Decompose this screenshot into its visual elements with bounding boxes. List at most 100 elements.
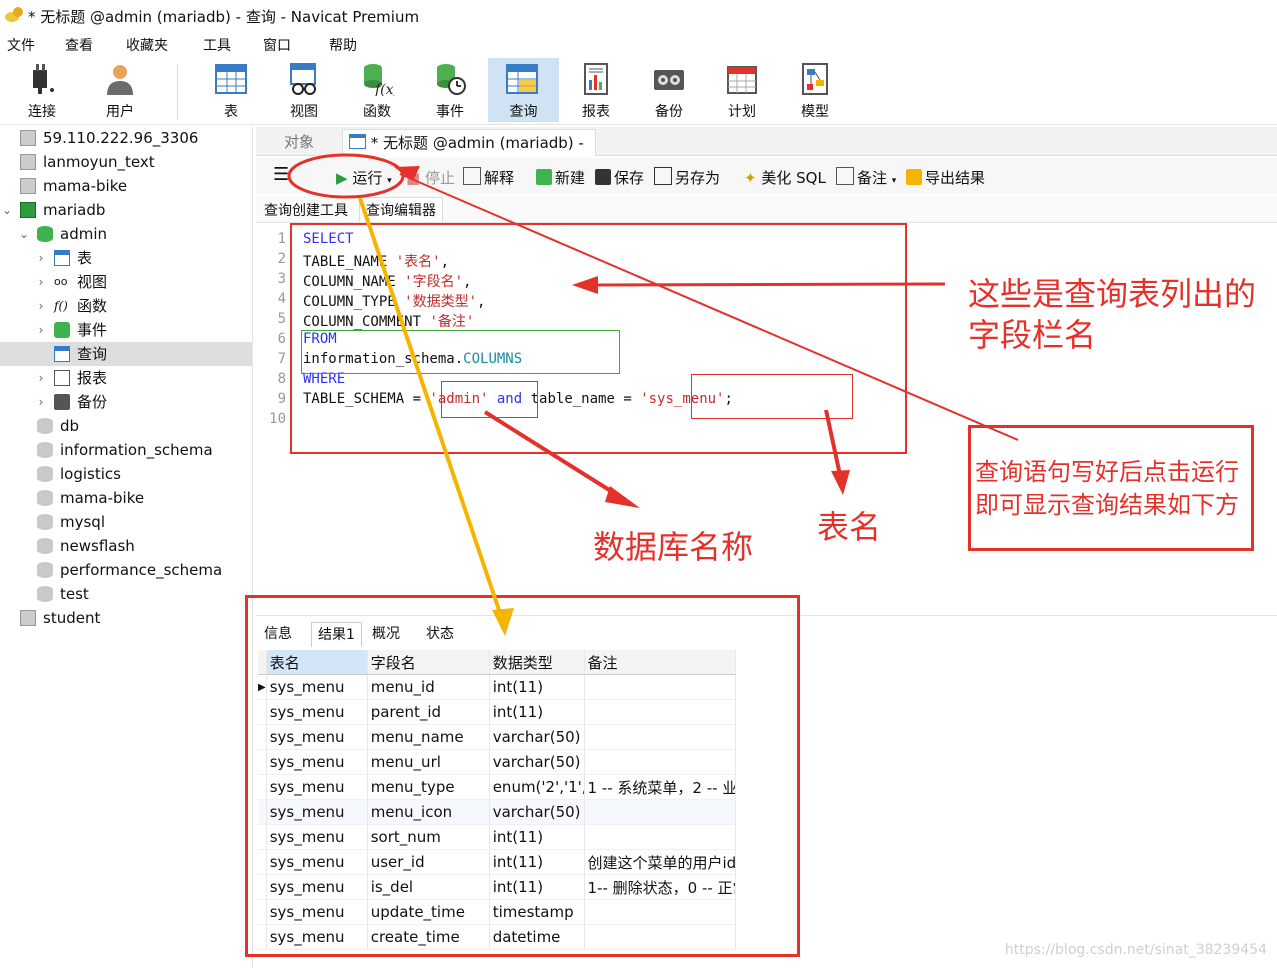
- tree-item-mysql[interactable]: mysql: [0, 510, 252, 534]
- toolbar-report-button[interactable]: 报表: [562, 58, 630, 122]
- document-tabs: 对象 * 无标题 @admin (mariadb) -: [256, 127, 1277, 156]
- tree-item-backups[interactable]: › 备份: [0, 390, 252, 414]
- tree-item-admin[interactable]: ⌄ admin: [0, 222, 252, 246]
- tree-item-information-schema[interactable]: information_schema: [0, 438, 252, 462]
- menu-view[interactable]: 查看: [65, 35, 93, 55]
- menu-favorites[interactable]: 收藏夹: [126, 35, 168, 55]
- run-note-line-2: 即可显示查询结果如下方: [975, 491, 1239, 519]
- save-as-button[interactable]: 另存为: [654, 167, 720, 188]
- chevron-down-icon[interactable]: ⌄: [19, 222, 29, 246]
- comment-button[interactable]: 备注 ▾: [836, 167, 896, 188]
- toolbar-label: 用户: [106, 104, 134, 120]
- database-icon: [37, 562, 53, 578]
- columns-note-line-1: 这些是查询表列出的: [968, 275, 1257, 313]
- toolbar-event-button[interactable]: 事件: [416, 58, 484, 122]
- editor-sub-tabs: 查询创建工具 查询编辑器: [256, 196, 1277, 223]
- columns-note-line-2: 字段栏名: [968, 316, 1097, 354]
- backup-icon: [54, 394, 70, 410]
- db-name-note: 数据库名称: [593, 528, 754, 566]
- toolbar-connect-button[interactable]: 连接: [8, 58, 76, 122]
- plug-icon: [33, 64, 54, 94]
- line-number: 4: [277, 291, 286, 307]
- main-toolbar: 连接 用户 表 视图 f(x) 函数 事件: [0, 58, 1277, 125]
- tree-item-mama-bike-db[interactable]: mama-bike: [0, 486, 252, 510]
- menu-window[interactable]: 窗口: [263, 35, 291, 55]
- database-icon: [37, 514, 53, 530]
- chevron-right-icon[interactable]: ›: [36, 318, 46, 342]
- toolbar-label: 查询: [509, 104, 538, 120]
- chevron-down-icon[interactable]: ▾: [892, 176, 897, 186]
- tab-objects[interactable]: 对象: [284, 129, 314, 155]
- stop-button[interactable]: ■ 停止: [406, 167, 455, 188]
- tree-item-functions[interactable]: › f() 函数: [0, 294, 252, 318]
- query-icon: [349, 134, 366, 149]
- tree-item-lanmoyun-text[interactable]: lanmoyun_text: [0, 150, 252, 174]
- menu-tools[interactable]: 工具: [203, 35, 231, 55]
- chevron-down-icon[interactable]: ⌄: [2, 198, 12, 222]
- tab-query-builder[interactable]: 查询创建工具: [264, 200, 348, 220]
- chevron-right-icon[interactable]: ›: [36, 366, 46, 390]
- save-button[interactable]: 保存: [595, 167, 644, 188]
- menu-help[interactable]: 帮助: [329, 35, 357, 55]
- title-bar: * 无标题 @admin (mariadb) - 查询 - Navicat Pr…: [0, 0, 1277, 30]
- new-query-button[interactable]: 新建: [536, 167, 585, 188]
- tree-item-queries[interactable]: 查询: [0, 342, 252, 366]
- tree-item-newsflash[interactable]: newsflash: [0, 534, 252, 558]
- svg-text:f(x): f(x): [374, 82, 394, 96]
- tree-item-performance-schema[interactable]: performance_schema: [0, 558, 252, 582]
- run-note-line-1: 查询语句写好后点击运行: [975, 458, 1239, 486]
- toolbar-query-button[interactable]: 查询: [488, 58, 559, 122]
- table-icon: [54, 250, 70, 266]
- tree-item-views[interactable]: › oo 视图: [0, 270, 252, 294]
- export-results-button[interactable]: 导出结果: [906, 167, 985, 188]
- tree-item-59-110-222-96-3306[interactable]: 59.110.222.96_3306: [0, 126, 252, 150]
- toolbar-view-button[interactable]: 视图: [270, 58, 338, 122]
- menu-file[interactable]: 文件: [7, 35, 35, 55]
- toolbar-model-button[interactable]: 模型: [781, 58, 849, 122]
- table-icon: [215, 64, 247, 94]
- line-number: 1: [277, 231, 286, 247]
- chevron-right-icon[interactable]: ›: [36, 390, 46, 414]
- tree-item-student[interactable]: student: [0, 606, 252, 630]
- tree-item-test[interactable]: test: [0, 582, 252, 606]
- toolbar-backup-button[interactable]: 备份: [635, 58, 703, 122]
- model-icon: [802, 63, 828, 95]
- line-number: 9: [277, 391, 286, 407]
- view-icon: [290, 63, 316, 95]
- run-button[interactable]: ▶ 运行 ▾: [336, 167, 392, 188]
- query-toolbar: ☰ ▶ 运行 ▾ ■ 停止 解释 新建 保存 另存为 ✦ 美化 SQL 备注 ▾…: [256, 158, 1277, 194]
- server-icon: [20, 178, 36, 194]
- tree-item-db[interactable]: db: [0, 414, 252, 438]
- server-open-icon: [20, 202, 36, 218]
- tree-item-reports[interactable]: › 报表: [0, 366, 252, 390]
- explain-button[interactable]: 解释: [463, 167, 514, 188]
- toolbar-label: 报表: [582, 104, 610, 120]
- server-icon: [20, 154, 36, 170]
- hamburger-menu-icon[interactable]: ☰: [273, 164, 289, 185]
- chevron-right-icon[interactable]: ›: [36, 294, 46, 318]
- play-icon: ▶: [336, 169, 348, 187]
- toolbar-table-button[interactable]: 表: [197, 58, 265, 122]
- beautify-sql-button[interactable]: ✦ 美化 SQL: [744, 167, 826, 188]
- chevron-right-icon[interactable]: ›: [36, 270, 46, 294]
- tab-query-editor[interactable]: 查询编辑器: [359, 197, 443, 222]
- toolbar-user-button[interactable]: 用户: [86, 58, 154, 122]
- toolbar-schedule-button[interactable]: 计划: [708, 58, 776, 122]
- chevron-down-icon[interactable]: ▾: [387, 176, 392, 186]
- chevron-right-icon[interactable]: ›: [36, 246, 46, 270]
- server-icon: [20, 610, 36, 626]
- tree-item-tables[interactable]: › 表: [0, 246, 252, 270]
- toolbar-function-button[interactable]: f(x) 函数: [343, 58, 411, 122]
- window-title: * 无标题 @admin (mariadb) - 查询 - Navicat Pr…: [28, 8, 420, 26]
- comment-icon: [836, 167, 854, 185]
- tree-item-logistics[interactable]: logistics: [0, 462, 252, 486]
- database-icon: [37, 418, 53, 434]
- tree-item-mariadb[interactable]: ⌄ mariadb: [0, 198, 252, 222]
- tree-item-events[interactable]: › 事件: [0, 318, 252, 342]
- toolbar-label: 视图: [290, 104, 318, 120]
- tab-query[interactable]: * 无标题 @admin (mariadb) -: [342, 129, 596, 156]
- line-number: 6: [277, 331, 286, 347]
- export-icon: [906, 169, 922, 185]
- menu-bar: 文件 查看 收藏夹 工具 窗口 帮助: [0, 32, 1277, 56]
- tree-item-mama-bike-connection[interactable]: mama-bike: [0, 174, 252, 198]
